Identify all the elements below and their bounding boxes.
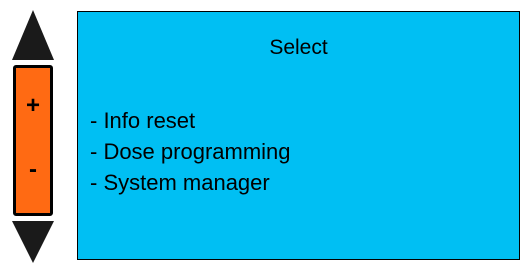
menu-item-dose-programming[interactable]: - Dose programming bbox=[90, 136, 291, 167]
plus-button[interactable]: + bbox=[16, 68, 50, 141]
triangle-down-icon bbox=[12, 221, 54, 263]
menu-list: - Info reset - Dose programming - System… bbox=[90, 105, 291, 198]
plus-label: + bbox=[25, 92, 40, 120]
down-arrow-button[interactable] bbox=[12, 221, 54, 263]
plus-minus-control: + - bbox=[13, 65, 53, 216]
menu-item-info-reset[interactable]: - Info reset bbox=[90, 105, 291, 136]
display-screen: Select - Info reset - Dose programming -… bbox=[77, 11, 520, 260]
triangle-up-icon bbox=[12, 10, 54, 60]
menu-item-system-manager[interactable]: - System manager bbox=[90, 167, 291, 198]
screen-title: Select bbox=[269, 36, 328, 59]
up-arrow-button[interactable] bbox=[12, 10, 54, 60]
minus-label: - bbox=[29, 155, 37, 183]
minus-button[interactable]: - bbox=[16, 141, 50, 214]
